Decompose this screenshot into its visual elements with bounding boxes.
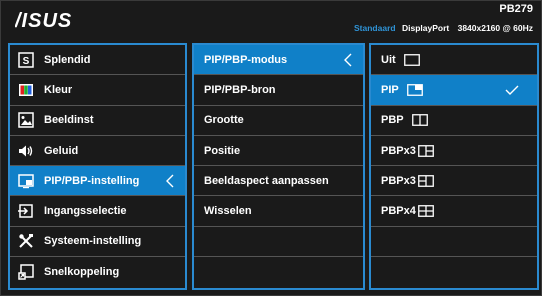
- option-pbpx3-b[interactable]: PBPx3: [371, 166, 537, 197]
- pip-icon: [18, 173, 34, 189]
- input-icon: [18, 203, 34, 219]
- chevron-left-icon: [166, 174, 174, 188]
- pbpx4-window-icon: [417, 205, 434, 218]
- shortcut-icon: [18, 264, 34, 280]
- options-menu: Uit PIP PBP PBPx3 PBPx3 PBPx4: [369, 43, 539, 290]
- submenu-item-mode[interactable]: PIP/PBP-modus: [194, 45, 363, 76]
- pbpx3b-window-icon: [417, 174, 434, 187]
- speaker-icon: [18, 143, 34, 159]
- submenu-item-source[interactable]: PIP/PBP-bron: [194, 75, 363, 106]
- header: /ISUS PB279 Standaard DisplayPort 3840x2…: [1, 1, 542, 38]
- option-label: PBPx3: [381, 144, 416, 157]
- menu-item-snelkoppeling[interactable]: Snelkoppeling: [10, 257, 185, 287]
- model-name: PB279: [499, 3, 533, 15]
- input-label: DisplayPort: [401, 23, 450, 33]
- tools-icon: [18, 233, 34, 249]
- preset-label: Standaard: [354, 23, 396, 33]
- svg-text:/ISUS: /ISUS: [15, 10, 72, 31]
- main-menu: S Splendid Kleur Beeldinst Geluid PIP/PB…: [8, 43, 187, 290]
- submenu-item-position[interactable]: Positie: [194, 136, 363, 167]
- option-label: PIP: [381, 83, 399, 96]
- menu-item-label: Splendid: [44, 53, 91, 66]
- submenu-item-empty: [194, 227, 363, 258]
- menu-item-label: Snelkoppeling: [44, 266, 120, 279]
- submenu-item-label: Beeldaspect aanpassen: [204, 174, 329, 187]
- color-icon: [18, 82, 34, 98]
- image-icon: [18, 112, 34, 128]
- submenu-item-label: PIP/PBP-modus: [204, 53, 288, 66]
- option-label: Uit: [381, 53, 396, 66]
- option-uit[interactable]: Uit: [371, 45, 537, 76]
- menu-item-label: PIP/PBP-instelling: [44, 174, 140, 187]
- resolution-label: 3840x2160 @ 60Hz: [457, 23, 533, 33]
- menu-item-beeldinst[interactable]: Beeldinst: [10, 106, 185, 136]
- menu-item-label: Ingangsselectie: [44, 205, 127, 218]
- menu-item-label: Kleur: [44, 83, 73, 96]
- menu-item-label: Systeem-instelling: [44, 235, 142, 248]
- option-label: PBPx3: [381, 174, 416, 187]
- option-pbpx3-a[interactable]: PBPx3: [371, 136, 537, 167]
- status-line: Standaard DisplayPort 3840x2160 @ 60Hz: [354, 23, 533, 33]
- chevron-left-icon: [344, 53, 352, 67]
- option-label: PBPx4: [381, 205, 416, 218]
- menu-item-label: Geluid: [44, 144, 79, 157]
- option-empty: [371, 257, 537, 287]
- menu-item-ingang[interactable]: Ingangsselectie: [10, 196, 185, 227]
- pip-window-icon: [406, 84, 423, 96]
- submenu-item-label: PIP/PBP-bron: [204, 83, 276, 96]
- menu-item-pip-pbp[interactable]: PIP/PBP-instelling: [10, 166, 185, 197]
- submenu-item-label: Positie: [204, 144, 241, 157]
- submenu-item-size[interactable]: Grootte: [194, 106, 363, 136]
- asus-logo: /ISUS: [15, 10, 72, 31]
- menu-item-splendid[interactable]: S Splendid: [10, 45, 185, 76]
- submenu-item-swap[interactable]: Wisselen: [194, 196, 363, 227]
- sub-menu: PIP/PBP-modus PIP/PBP-bron Grootte Posit…: [192, 43, 365, 290]
- menu-item-geluid[interactable]: Geluid: [10, 136, 185, 167]
- option-pip[interactable]: PIP: [371, 75, 537, 106]
- option-label: PBP: [381, 114, 404, 127]
- splendid-icon: S: [18, 51, 34, 68]
- submenu-item-label: Wisselen: [204, 205, 252, 218]
- menu-item-kleur[interactable]: Kleur: [10, 75, 185, 106]
- submenu-item-label: Grootte: [204, 114, 244, 127]
- pbpx3a-window-icon: [417, 144, 434, 157]
- menu-item-systeem[interactable]: Systeem-instelling: [10, 227, 185, 258]
- option-pbp[interactable]: PBP: [371, 106, 537, 136]
- checkmark-icon: [505, 85, 519, 96]
- svg-text:S: S: [23, 56, 30, 67]
- pbp-window-icon: [411, 114, 428, 127]
- submenu-item-aspect[interactable]: Beeldaspect aanpassen: [194, 166, 363, 197]
- option-empty: [371, 227, 537, 258]
- option-pbpx4[interactable]: PBPx4: [371, 196, 537, 227]
- off-window-icon: [403, 53, 420, 66]
- submenu-item-empty: [194, 257, 363, 287]
- menu-item-label: Beeldinst: [44, 114, 94, 127]
- osd-menu: /ISUS PB279 Standaard DisplayPort 3840x2…: [0, 0, 542, 296]
